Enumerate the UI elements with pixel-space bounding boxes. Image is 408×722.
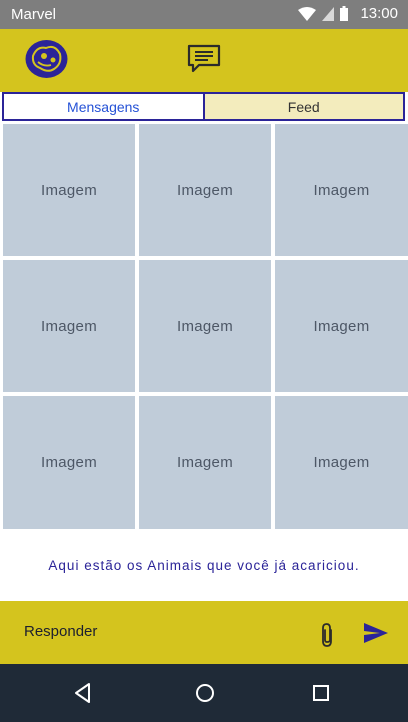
grid-image[interactable]: Imagem — [3, 260, 135, 392]
logo-icon[interactable] — [24, 38, 69, 80]
home-icon[interactable] — [193, 681, 217, 705]
signal-icon — [322, 6, 335, 21]
chat-icon[interactable] — [186, 43, 222, 75]
wifi-icon — [298, 6, 317, 21]
carrier-label: Marvel — [11, 6, 57, 23]
grid-image[interactable]: Imagem — [139, 396, 271, 529]
tab-mensagens[interactable]: Mensagens — [4, 94, 205, 119]
back-icon[interactable] — [71, 681, 95, 705]
grid-image[interactable]: Imagem — [3, 396, 135, 529]
tab-feed[interactable]: Feed — [204, 94, 403, 119]
battery-icon — [340, 6, 349, 21]
caption-text: Aqui estão os Animais que você já acaric… — [0, 529, 408, 601]
grid-image[interactable]: Imagem — [3, 124, 135, 256]
tab-bar: Mensagens Feed — [2, 92, 405, 121]
clock: 13:00 — [360, 5, 398, 22]
grid-image[interactable]: Imagem — [139, 124, 271, 256]
status-bar: Marvel 13:00 — [0, 0, 408, 29]
navigation-bar — [0, 664, 408, 722]
attach-icon[interactable] — [318, 622, 336, 648]
grid-image[interactable]: Imagem — [275, 260, 408, 392]
grid-image[interactable]: Imagem — [139, 260, 271, 392]
status-icons: 13:00 — [298, 5, 398, 22]
recents-icon[interactable] — [309, 681, 333, 705]
app-bar — [0, 29, 408, 92]
grid-image[interactable]: Imagem — [275, 396, 408, 529]
image-grid: Imagem Imagem Imagem Imagem Imagem Image… — [0, 121, 408, 529]
reply-input[interactable]: Responder — [24, 623, 97, 640]
grid-image[interactable]: Imagem — [275, 124, 408, 256]
send-icon[interactable] — [363, 622, 389, 644]
reply-bar: Responder — [0, 601, 408, 664]
